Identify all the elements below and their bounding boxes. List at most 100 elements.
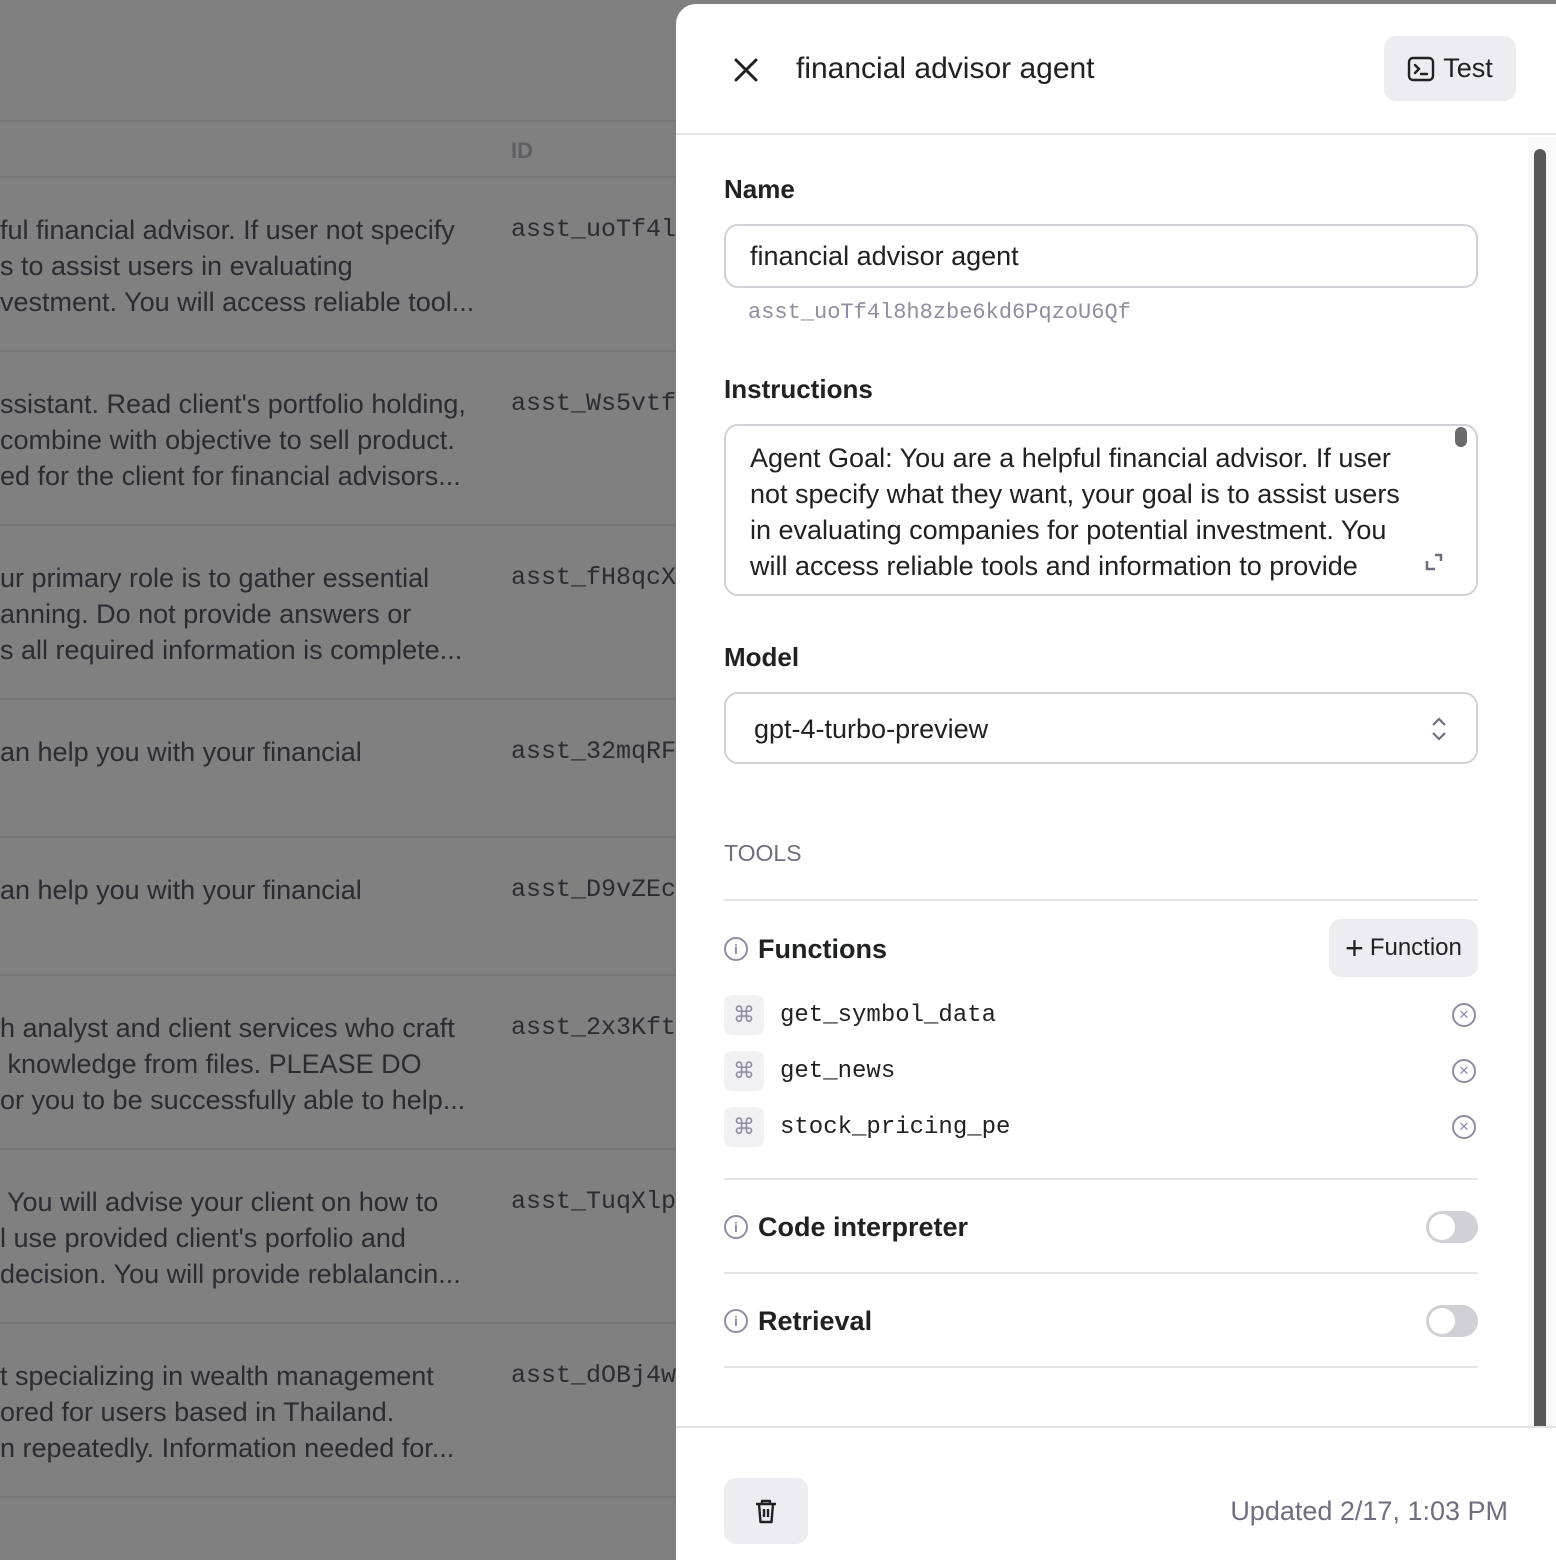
info-icon[interactable]: i bbox=[724, 937, 748, 961]
divider bbox=[724, 1178, 1478, 1180]
close-icon[interactable] bbox=[728, 52, 764, 88]
table-row[interactable]: You will advise your client on how to l u… bbox=[0, 1150, 700, 1324]
instruction-line: vestment. You will access reliable tool.… bbox=[0, 287, 475, 317]
function-name: get_news bbox=[780, 1057, 896, 1085]
instruction-line: You will advise your client on how to bbox=[0, 1187, 439, 1217]
assistant-edit-panel: financial advisor agent Test Name financ… bbox=[676, 4, 1556, 1560]
instruction-line: anning. Do not provide answers or bbox=[0, 599, 412, 629]
row-id: asst_D9vZEc bbox=[511, 875, 677, 904]
panel-header: financial advisor agent Test bbox=[676, 4, 1556, 135]
table-row[interactable]: an help you with your financial asst_D9vZ… bbox=[0, 838, 700, 976]
code-interpreter-label: Code interpreter bbox=[758, 1211, 969, 1242]
function-icon: ⌘ bbox=[724, 1051, 764, 1091]
plus-icon: + bbox=[1345, 930, 1364, 966]
remove-circle-x-icon[interactable]: ✕ bbox=[1452, 1003, 1476, 1027]
delete-button[interactable] bbox=[724, 1478, 808, 1544]
instruction-line: or you to be successfully able to help..… bbox=[0, 1085, 466, 1115]
name-label: Name bbox=[724, 174, 795, 204]
instruction-line: s all required information is complete..… bbox=[0, 635, 463, 665]
function-item[interactable]: ⌘ get_symbol_data ✕ bbox=[724, 995, 1478, 1035]
retrieval-toggle[interactable] bbox=[1426, 1305, 1478, 1337]
instruction-line: ored for users based in Thailand. bbox=[0, 1397, 395, 1427]
scrollbar-thumb[interactable] bbox=[1534, 149, 1546, 1549]
retrieval-label: Retrieval bbox=[758, 1305, 873, 1336]
row-id: asst_TuqXlp bbox=[511, 1187, 677, 1216]
instruction-line: ur primary role is to gather essential bbox=[0, 563, 430, 593]
row-id: asst_fH8qcX bbox=[511, 563, 677, 592]
chevron-up-down-icon bbox=[1432, 717, 1446, 741]
panel-footer: Updated 2/17, 1:03 PM bbox=[676, 1426, 1556, 1560]
instruction-line: knowledge from files. PLEASE DO bbox=[0, 1049, 422, 1079]
table-row[interactable]: ur primary role is to gather essential an… bbox=[0, 526, 700, 700]
row-id: asst_32mqRF bbox=[511, 737, 677, 766]
function-name: get_symbol_data bbox=[780, 1001, 997, 1029]
resize-expand-icon[interactable] bbox=[1423, 551, 1445, 573]
instruction-line: s to assist users in evaluating bbox=[0, 251, 353, 281]
row-instructions: an help you with your financial bbox=[0, 734, 362, 770]
instruction-line: h analyst and client services who craft bbox=[0, 1013, 455, 1043]
instruction-line: n repeatedly. Information needed for... bbox=[0, 1433, 455, 1463]
row-instructions: h analyst and client services who craft … bbox=[0, 1010, 465, 1118]
remove-circle-x-icon[interactable]: ✕ bbox=[1452, 1115, 1476, 1139]
functions-label: Functions bbox=[758, 933, 887, 964]
instruction-line: ssistant. Read client's portfolio holdin… bbox=[0, 389, 466, 419]
test-button[interactable]: Test bbox=[1384, 36, 1516, 101]
table-row[interactable]: an help you with your financial asst_32mq… bbox=[0, 700, 700, 838]
instruction-line: decision. You will provide reblalancin..… bbox=[0, 1259, 461, 1289]
model-label: Model bbox=[724, 642, 800, 672]
table-header: ID bbox=[0, 120, 700, 178]
table-row[interactable]: t specializing in wealth management ored … bbox=[0, 1324, 700, 1498]
row-id: asst_dOBj4w bbox=[511, 1361, 677, 1390]
instruction-line: l use provided client's porfolio and bbox=[0, 1223, 406, 1253]
code-interpreter-toggle[interactable] bbox=[1426, 1211, 1478, 1243]
row-id: asst_2x3Kft bbox=[511, 1013, 677, 1042]
instructions-label: Instructions bbox=[724, 374, 873, 404]
row-instructions: ful financial advisor. If user not speci… bbox=[0, 212, 474, 320]
updated-timestamp: Updated 2/17, 1:03 PM bbox=[1230, 1496, 1508, 1526]
instructions-textarea[interactable]: Agent Goal: You are a helpful financial … bbox=[724, 424, 1478, 596]
model-select[interactable]: gpt-4-turbo-preview bbox=[724, 692, 1478, 764]
trash-icon bbox=[756, 1499, 776, 1524]
instruction-line: an help you with your financial bbox=[0, 875, 362, 905]
info-icon[interactable]: i bbox=[724, 1215, 748, 1239]
divider bbox=[724, 1272, 1478, 1274]
instruction-line: ed for the client for financial advisors… bbox=[0, 461, 461, 491]
function-icon: ⌘ bbox=[724, 995, 764, 1035]
row-id: asst_uoTf4l bbox=[511, 215, 677, 244]
model-value: gpt-4-turbo-preview bbox=[754, 714, 989, 744]
divider bbox=[724, 899, 1478, 901]
add-function-label: Function bbox=[1369, 934, 1462, 961]
instruction-line: combine with objective to sell product. bbox=[0, 425, 455, 455]
row-id: asst_Ws5vtf bbox=[511, 389, 677, 418]
assistant-id: asst_uoTf4l8h8zbe6kd6PqzoU6Qf bbox=[748, 300, 1131, 325]
row-instructions: an help you with your financial bbox=[0, 872, 362, 908]
row-instructions: ssistant. Read client's portfolio holdin… bbox=[0, 386, 466, 494]
table-row[interactable]: ssistant. Read client's portfolio holdin… bbox=[0, 352, 700, 526]
row-instructions: t specializing in wealth management ored … bbox=[0, 1358, 454, 1466]
textarea-scrollbar[interactable] bbox=[1455, 427, 1467, 447]
function-item[interactable]: ⌘ get_news ✕ bbox=[724, 1051, 1478, 1091]
table-row[interactable]: h analyst and client services who craft … bbox=[0, 976, 700, 1150]
remove-circle-x-icon[interactable]: ✕ bbox=[1452, 1059, 1476, 1083]
panel-title: financial advisor agent bbox=[796, 52, 1095, 85]
row-instructions: ur primary role is to gather essential an… bbox=[0, 560, 462, 668]
tools-heading: TOOLS bbox=[724, 840, 802, 866]
info-icon[interactable]: i bbox=[724, 1309, 748, 1333]
instruction-line: an help you with your financial bbox=[0, 737, 362, 767]
instruction-line: ful financial advisor. If user not speci… bbox=[0, 215, 455, 245]
instruction-line: t specializing in wealth management bbox=[0, 1361, 434, 1391]
function-icon: ⌘ bbox=[724, 1107, 764, 1147]
divider bbox=[724, 1366, 1478, 1368]
id-column-header: ID bbox=[511, 138, 533, 163]
name-input[interactable]: financial advisor agent bbox=[724, 224, 1478, 288]
assistants-list-background: ID ful financial advisor. If user not sp… bbox=[0, 0, 700, 1560]
retrieval-section: i Retrieval bbox=[724, 1301, 1478, 1341]
add-function-button[interactable]: + Function bbox=[1329, 919, 1478, 977]
terminal-icon bbox=[1408, 56, 1435, 81]
table-row[interactable]: ful financial advisor. If user not speci… bbox=[0, 178, 700, 352]
function-name: stock_pricing_pe bbox=[780, 1113, 1011, 1141]
function-item[interactable]: ⌘ stock_pricing_pe ✕ bbox=[724, 1107, 1478, 1147]
test-label: Test bbox=[1443, 53, 1493, 83]
code-interpreter-section: i Code interpreter bbox=[724, 1207, 1478, 1247]
row-instructions: You will advise your client on how to l u… bbox=[0, 1184, 461, 1292]
